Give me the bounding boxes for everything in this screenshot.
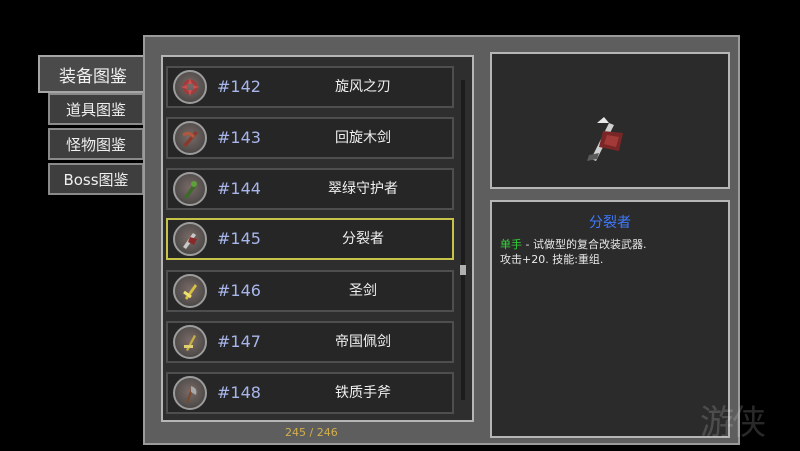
tab-equipment-codex[interactable]: 装备图鉴 bbox=[38, 55, 148, 93]
item-number: #146 bbox=[217, 281, 261, 300]
list-item[interactable]: #144 翠绿守护者 bbox=[166, 168, 454, 210]
imperial-sabre-icon bbox=[173, 325, 207, 359]
item-name: 旋风之刃 bbox=[335, 79, 391, 95]
item-name: 回旋木剑 bbox=[335, 130, 391, 146]
splitter-weapon-icon bbox=[583, 113, 629, 167]
item-number: #147 bbox=[217, 332, 261, 351]
watermark: 游侠 bbox=[700, 403, 766, 443]
spinning-blade-icon bbox=[173, 70, 207, 104]
list-item-selected[interactable]: #145 分裂者 bbox=[166, 218, 454, 260]
wooden-boomerang-sword-icon bbox=[173, 121, 207, 155]
list-item[interactable]: #146 圣剑 bbox=[166, 270, 454, 312]
iron-hand-axe-icon bbox=[173, 376, 207, 410]
list-item[interactable]: #142 旋风之刃 bbox=[166, 66, 454, 108]
item-number: #145 bbox=[217, 229, 261, 248]
hand-type-tag: 单手 bbox=[500, 238, 522, 251]
item-name: 翠绿守护者 bbox=[328, 181, 398, 197]
tab-monster-codex[interactable]: 怪物图鉴 bbox=[48, 128, 144, 160]
collection-counter: 245 / 246 bbox=[285, 426, 338, 439]
green-guardian-icon bbox=[173, 172, 207, 206]
item-description-line: 单手 - 试做型的复合改装武器. bbox=[500, 236, 646, 252]
item-description-text: - 试做型的复合改装武器. bbox=[522, 238, 647, 251]
tab-boss-codex[interactable]: Boss图鉴 bbox=[48, 163, 144, 195]
item-number: #148 bbox=[217, 383, 261, 402]
list-item[interactable]: #143 回旋木剑 bbox=[166, 117, 454, 159]
item-stats-line: 攻击+20. 技能:重组. bbox=[500, 253, 604, 266]
item-title: 分裂者 bbox=[589, 215, 631, 231]
list-item[interactable]: #147 帝国佩剑 bbox=[166, 321, 454, 363]
list-item[interactable]: #148 铁质手斧 bbox=[166, 372, 454, 414]
tab-item-codex[interactable]: 道具图鉴 bbox=[48, 93, 144, 125]
splitter-weapon-icon bbox=[173, 222, 207, 256]
item-number: #142 bbox=[217, 77, 261, 96]
item-number: #143 bbox=[217, 128, 261, 147]
item-name: 圣剑 bbox=[349, 283, 377, 299]
item-name: 帝国佩剑 bbox=[335, 334, 391, 350]
list-scrollbar[interactable] bbox=[461, 80, 465, 400]
scrollbar-thumb[interactable] bbox=[460, 265, 466, 275]
item-name: 铁质手斧 bbox=[335, 385, 391, 401]
item-number: #144 bbox=[217, 179, 261, 198]
holy-sword-icon bbox=[173, 274, 207, 308]
item-name: 分裂者 bbox=[342, 231, 384, 247]
